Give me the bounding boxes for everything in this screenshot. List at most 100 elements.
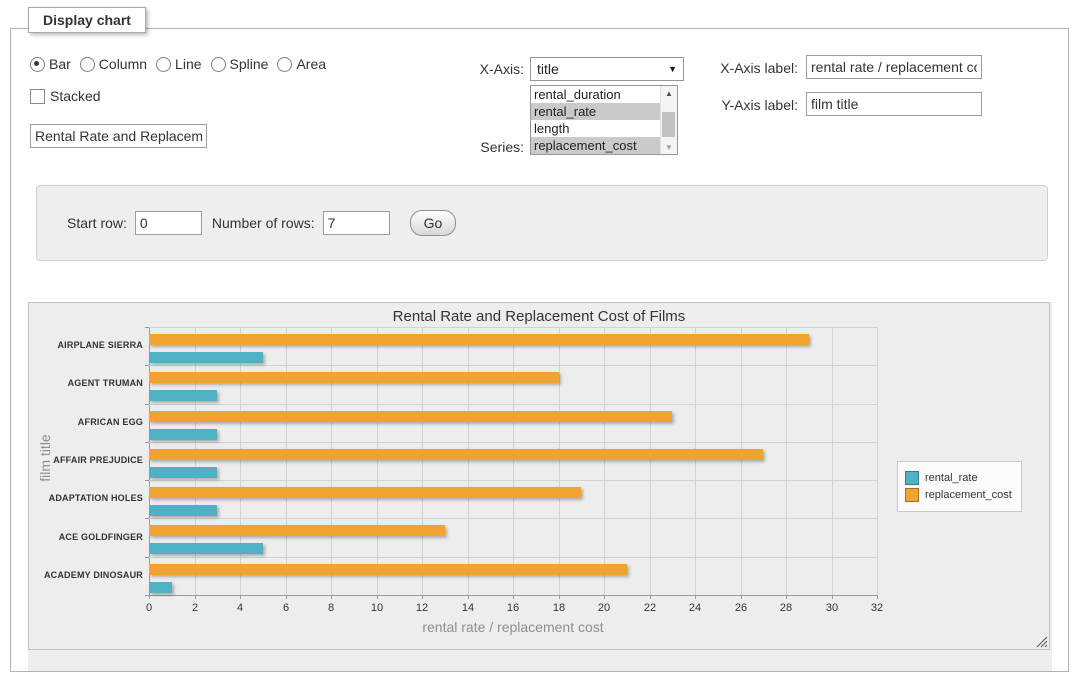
chart-type-label: Column: [99, 56, 147, 72]
scroll-down-arrow-icon[interactable]: ▼: [661, 140, 677, 154]
x-tick-label-24: 24: [680, 602, 710, 614]
chart-type-option-line[interactable]: Line: [156, 56, 201, 72]
x-tick-label-28: 28: [771, 602, 801, 614]
x-axis-select[interactable]: title ▼: [530, 57, 684, 81]
category-label: AIRPLANE SIERRA: [33, 340, 143, 350]
series-select-label: Series:: [440, 139, 524, 155]
chart-type-label: Area: [296, 56, 326, 72]
series-listbox[interactable]: ▲ ▼ rental_durationrental_ratelengthrepl…: [530, 85, 678, 155]
bar-replacement_cost-adaptation-holes[interactable]: [149, 487, 581, 498]
start-row-input[interactable]: [135, 211, 202, 235]
x-tick-label-20: 20: [589, 602, 619, 614]
x-axis-tick-18: [559, 595, 560, 599]
x-tick-label-32: 32: [862, 602, 892, 614]
gridline-v-20: [604, 327, 605, 595]
legend-label: replacement_cost: [925, 489, 1012, 501]
chart-type-radio-line[interactable]: [156, 57, 171, 72]
series-option-replacement_cost[interactable]: replacement_cost: [531, 137, 660, 154]
resize-grip-icon[interactable]: [1036, 636, 1048, 648]
chart-type-label: Spline: [230, 56, 269, 72]
x-axis-title: rental rate / replacement cost: [149, 619, 877, 635]
num-rows-label: Number of rows:: [212, 215, 315, 231]
x-axis-tick-16: [513, 595, 514, 599]
row-range-panel: Start row: Number of rows: Go: [36, 185, 1048, 261]
gridline-v-6: [286, 327, 287, 595]
chart-type-label: Line: [175, 56, 201, 72]
chart-type-option-bar[interactable]: Bar: [30, 56, 71, 72]
chart-type-radio-area[interactable]: [277, 57, 292, 72]
gridline-h-1: [149, 365, 877, 366]
chart-type-radio-bar[interactable]: [30, 57, 45, 72]
bar-replacement_cost-academy-dinosaur[interactable]: [149, 564, 627, 575]
chart-type-radio-column[interactable]: [80, 57, 95, 72]
chart-legend: rental_rate replacement_cost: [897, 461, 1022, 512]
bar-replacement_cost-airplane-sierra[interactable]: [149, 334, 809, 345]
legend-swatch-rental_rate: [905, 471, 919, 485]
chart-type-radio-spline[interactable]: [211, 57, 226, 72]
x-axis-tick-26: [741, 595, 742, 599]
scroll-up-arrow-icon[interactable]: ▲: [661, 86, 677, 100]
series-list-scrollbar[interactable]: ▲ ▼: [660, 86, 677, 154]
stacked-option[interactable]: Stacked: [30, 88, 101, 104]
scrollbar-thumb[interactable]: [662, 112, 675, 137]
series-option-rental_rate[interactable]: rental_rate: [531, 103, 660, 120]
series-option-length[interactable]: length: [531, 120, 660, 137]
chevron-down-icon: ▼: [668, 64, 677, 74]
gridline-v-30: [832, 327, 833, 595]
stacked-checkbox[interactable]: [30, 89, 45, 104]
y-axis-tick-7: [145, 595, 149, 596]
chart-type-option-spline[interactable]: Spline: [211, 56, 269, 72]
x-axis-tick-8: [331, 595, 332, 599]
bar-rental_rate-adaptation-holes[interactable]: [149, 505, 217, 516]
bar-rental_rate-ace-goldfinger[interactable]: [149, 543, 263, 554]
x-axis-tick-20: [604, 595, 605, 599]
x-axis-tick-4: [240, 595, 241, 599]
bar-rental_rate-affair-prejudice[interactable]: [149, 467, 217, 478]
y-axis-tick-5: [145, 518, 149, 519]
category-label: ACADEMY DINOSAUR: [33, 570, 143, 580]
bar-replacement_cost-affair-prejudice[interactable]: [149, 449, 763, 460]
x-axis-tick-10: [377, 595, 378, 599]
legend-label: rental_rate: [925, 472, 978, 484]
bar-replacement_cost-agent-truman[interactable]: [149, 372, 559, 383]
gridline-v-28: [786, 327, 787, 595]
series-option-rental_duration[interactable]: rental_duration: [531, 86, 660, 103]
chart-region: Rental Rate and Replacement Cost of Film…: [28, 302, 1052, 671]
category-label: AFRICAN EGG: [33, 417, 143, 427]
x-axis-tick-6: [286, 595, 287, 599]
x-tick-label-12: 12: [407, 602, 437, 614]
chart-type-option-area[interactable]: Area: [277, 56, 326, 72]
gridline-v-24: [695, 327, 696, 595]
gridline-h-3: [149, 442, 877, 443]
x-axis-tick-22: [650, 595, 651, 599]
gridline-h-2: [149, 404, 877, 405]
category-label: AGENT TRUMAN: [33, 378, 143, 388]
gridline-v-0: [149, 327, 150, 595]
gridline-v-12: [422, 327, 423, 595]
y-axis-tick-4: [145, 480, 149, 481]
y-axis-tick-1: [145, 365, 149, 366]
go-button[interactable]: Go: [410, 210, 457, 236]
x-axis-label-input[interactable]: [806, 55, 982, 79]
chart-type-option-column[interactable]: Column: [80, 56, 147, 72]
bar-replacement_cost-african-egg[interactable]: [149, 411, 672, 422]
x-axis-tick-0: [149, 595, 150, 599]
chart-title-input[interactable]: [30, 124, 207, 148]
bar-rental_rate-academy-dinosaur[interactable]: [149, 582, 172, 593]
legend-item-replacement_cost[interactable]: replacement_cost: [905, 488, 1012, 502]
bar-replacement_cost-ace-goldfinger[interactable]: [149, 525, 445, 536]
bar-rental_rate-agent-truman[interactable]: [149, 390, 217, 401]
chart-title: Rental Rate and Replacement Cost of Film…: [29, 308, 1049, 325]
x-tick-label-6: 6: [271, 602, 301, 614]
x-tick-label-16: 16: [498, 602, 528, 614]
gridline-v-26: [741, 327, 742, 595]
y-axis-tick-0: [145, 327, 149, 328]
y-axis-label-input[interactable]: [806, 92, 982, 116]
bar-rental_rate-african-egg[interactable]: [149, 429, 217, 440]
num-rows-input[interactable]: [323, 211, 390, 235]
gridline-h-0: [149, 327, 877, 328]
legend-item-rental_rate[interactable]: rental_rate: [905, 471, 1012, 485]
x-axis-tick-2: [195, 595, 196, 599]
gridline-v-8: [331, 327, 332, 595]
bar-rental_rate-airplane-sierra[interactable]: [149, 352, 263, 363]
